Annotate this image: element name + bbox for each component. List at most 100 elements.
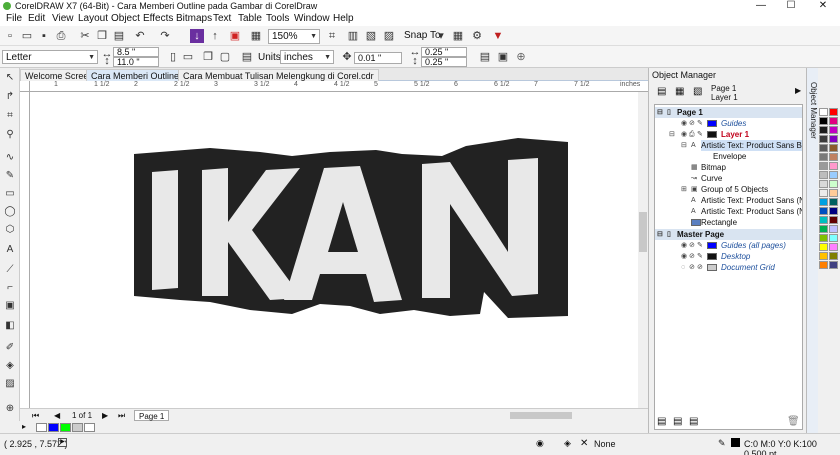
palette-swatch[interactable]	[819, 216, 828, 224]
drop-shadow-icon[interactable]: ▣	[4, 300, 16, 312]
tree-row-layer[interactable]: ⊟ ◉ ⎙ ✎ Layer 1	[655, 129, 802, 140]
tree-row-envelope[interactable]: Envelope	[655, 151, 802, 162]
redo-icon[interactable]: ↷	[158, 29, 172, 43]
portrait-icon[interactable]: ▯	[166, 50, 180, 64]
menu-effects[interactable]: Effects	[143, 12, 173, 26]
menu-help[interactable]: Help	[333, 12, 354, 26]
palette-swatch[interactable]	[829, 108, 838, 116]
print-icon[interactable]: ⎙	[689, 129, 695, 140]
menu-tools[interactable]: Tools	[266, 12, 289, 26]
lock-icon[interactable]: ✎	[697, 240, 703, 251]
ruler-corner[interactable]	[20, 81, 30, 92]
show-rulers-icon[interactable]: ▥	[346, 29, 360, 43]
print-icon[interactable]: ⊘	[689, 240, 695, 251]
show-guidelines-icon[interactable]: ▨	[382, 29, 396, 43]
layer-manager-icon[interactable]: ▧	[693, 86, 702, 97]
page-size-combo[interactable]: Letter ▼	[2, 50, 98, 64]
pick-tool-icon[interactable]: ↖	[4, 72, 16, 84]
new-master-layer-icon[interactable]: ▤	[673, 416, 682, 427]
eye-icon[interactable]: ◉	[681, 251, 687, 262]
undo-icon[interactable]: ↶	[133, 29, 147, 43]
units-combo[interactable]: inches ▼	[280, 50, 334, 64]
swatch-gray[interactable]	[72, 423, 83, 432]
new-layer-icon[interactable]: ▤	[657, 416, 666, 427]
play-icon[interactable]: ▶	[58, 438, 67, 447]
collapse-icon[interactable]: ⊟	[657, 107, 663, 118]
transparency-tool-icon[interactable]: ◧	[4, 320, 16, 332]
tree-row-page[interactable]: ⊟ ▯ Page 1	[655, 107, 802, 118]
crop-tool-icon[interactable]: ⌗	[4, 110, 16, 122]
palette-swatch[interactable]	[829, 144, 838, 152]
tree-row-bitmap[interactable]: ▦ Bitmap	[655, 162, 802, 173]
set-as-default-icon[interactable]: ▤	[478, 50, 492, 64]
full-screen-icon[interactable]: ⌗	[325, 29, 339, 43]
options-icon[interactable]: ▦	[451, 29, 465, 43]
menu-table[interactable]: Table	[238, 12, 262, 26]
new-document-icon[interactable]: ▫	[3, 29, 17, 43]
launch-icon[interactable]: ⚙	[470, 29, 484, 43]
vertical-scrollbar[interactable]	[638, 92, 648, 408]
palette-swatch[interactable]	[829, 216, 838, 224]
drawing-canvas[interactable]	[30, 92, 638, 408]
horizontal-ruler[interactable]: 1 1 1/2 2 2 1/2 3 3 1/2 4 4 1/2 5 5 1/2 …	[30, 81, 648, 92]
freehand-tool-icon[interactable]: ∿	[4, 152, 16, 164]
cut-icon[interactable]: ✂	[78, 29, 92, 43]
menu-window[interactable]: Window	[294, 12, 330, 26]
palette-swatch[interactable]	[829, 189, 838, 197]
palette-swatch[interactable]	[819, 162, 828, 170]
palette-swatch[interactable]	[829, 243, 838, 251]
close-button[interactable]: ✕	[812, 0, 834, 12]
swatch-none[interactable]	[36, 423, 47, 432]
treat-as-filled-icon[interactable]: ▣	[496, 50, 510, 64]
eye-icon[interactable]: ◉	[681, 129, 687, 140]
tab-cara-membuat-tulisan[interactable]: Cara Membuat Tulisan Melengkung di Corel…	[178, 69, 379, 81]
publish-pdf-icon[interactable]: ▣	[228, 29, 242, 43]
menu-bitmaps[interactable]: Bitmaps	[176, 12, 212, 26]
collapse-icon[interactable]: ⊟	[657, 229, 663, 240]
parallel-dimension-icon[interactable]: ⟋	[4, 264, 16, 276]
palette-swatch[interactable]	[829, 135, 838, 143]
menu-edit[interactable]: Edit	[28, 12, 45, 26]
palette-swatch[interactable]	[819, 171, 828, 179]
palette-swatch[interactable]	[829, 117, 838, 125]
tree-row-guides[interactable]: ◉ ⊘ ✎ Guides	[655, 118, 802, 129]
tree-row-curve[interactable]: ↝ Curve	[655, 173, 802, 184]
swatch-green[interactable]	[60, 423, 71, 432]
collapse-icon[interactable]: ⊟	[681, 140, 687, 151]
nudge-distance-field[interactable]: 0.01 "	[354, 52, 402, 64]
eye-icon[interactable]: ◉	[681, 118, 687, 129]
menu-view[interactable]: View	[52, 12, 74, 26]
swatch-blue[interactable]	[48, 423, 59, 432]
palette-swatch[interactable]	[829, 261, 838, 269]
add-tool-icon[interactable]: ⊕	[4, 403, 16, 415]
minimize-button[interactable]: —	[750, 0, 772, 12]
print-icon[interactable]: ⊘	[689, 251, 695, 262]
palette-swatch[interactable]	[829, 252, 838, 260]
text-tool-icon[interactable]: A	[4, 244, 16, 256]
ellipse-tool-icon[interactable]: ◯	[4, 206, 16, 218]
lock-icon[interactable]: ✎	[697, 129, 703, 140]
palette-swatch[interactable]	[829, 234, 838, 242]
palette-swatch[interactable]	[819, 243, 828, 251]
page-view-icon[interactable]: ▤	[657, 86, 666, 97]
open-icon[interactable]: ▭	[20, 29, 34, 43]
save-icon[interactable]: ▪	[37, 29, 51, 43]
palette-swatch[interactable]	[819, 153, 828, 161]
horizontal-scrollbar-thumb[interactable]	[510, 412, 572, 419]
palette-swatch[interactable]	[819, 135, 828, 143]
swatch-white[interactable]	[84, 423, 95, 432]
menu-text[interactable]: Text	[213, 12, 231, 26]
add-icon[interactable]: ⊕	[514, 50, 528, 64]
menu-object[interactable]: Object	[111, 12, 140, 26]
landscape-icon[interactable]: ▭	[181, 50, 195, 64]
menu-file[interactable]: File	[6, 12, 22, 26]
rectangle-tool-icon[interactable]: ▭	[4, 188, 16, 200]
all-pages-icon[interactable]: ❐	[201, 50, 215, 64]
lock-icon[interactable]: ✎	[697, 118, 703, 129]
tree-row-guides-all-pages[interactable]: ◉ ⊘ ✎ Guides (all pages)	[655, 240, 802, 251]
palette-swatch[interactable]	[829, 126, 838, 134]
palette-swatch[interactable]	[819, 225, 828, 233]
eye-icon[interactable]: ◉	[681, 240, 687, 251]
menu-layout[interactable]: Layout	[78, 12, 108, 26]
print-icon[interactable]: ⊘	[689, 262, 695, 273]
